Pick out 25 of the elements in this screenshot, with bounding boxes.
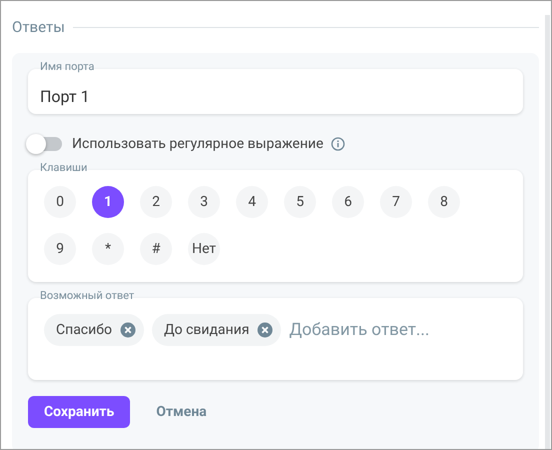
key-button[interactable]: 0	[44, 186, 76, 218]
section-title: Ответы	[12, 18, 65, 36]
key-button[interactable]: 4	[236, 186, 268, 218]
key-button[interactable]: 6	[332, 186, 364, 218]
key-button[interactable]: 2	[140, 186, 172, 218]
field-label: Возможный ответ	[40, 290, 134, 302]
key-button[interactable]: Нет	[188, 233, 220, 265]
key-button[interactable]: #	[140, 233, 172, 265]
toggle-label: Использовать регулярное выражение	[72, 136, 324, 152]
key-button[interactable]: 9	[44, 233, 76, 265]
answer-chip[interactable]: Спасибо	[44, 314, 144, 346]
key-button[interactable]: 1	[92, 186, 124, 218]
remove-icon[interactable]	[257, 322, 274, 338]
key-button[interactable]: 5	[284, 186, 316, 218]
cancel-button[interactable]: Отмена	[156, 404, 207, 420]
key-button[interactable]: *	[92, 233, 124, 265]
regex-toggle[interactable]	[28, 137, 62, 151]
answer-chip[interactable]: До свидания	[152, 314, 282, 346]
key-button[interactable]: 3	[188, 186, 220, 218]
key-button[interactable]: 7	[380, 186, 412, 218]
remove-icon[interactable]	[120, 322, 136, 338]
field-label: Клавиши	[40, 162, 88, 174]
info-icon[interactable]	[331, 137, 346, 151]
key-button[interactable]: 8	[428, 186, 460, 218]
save-button[interactable]: Сохранить	[28, 396, 130, 428]
